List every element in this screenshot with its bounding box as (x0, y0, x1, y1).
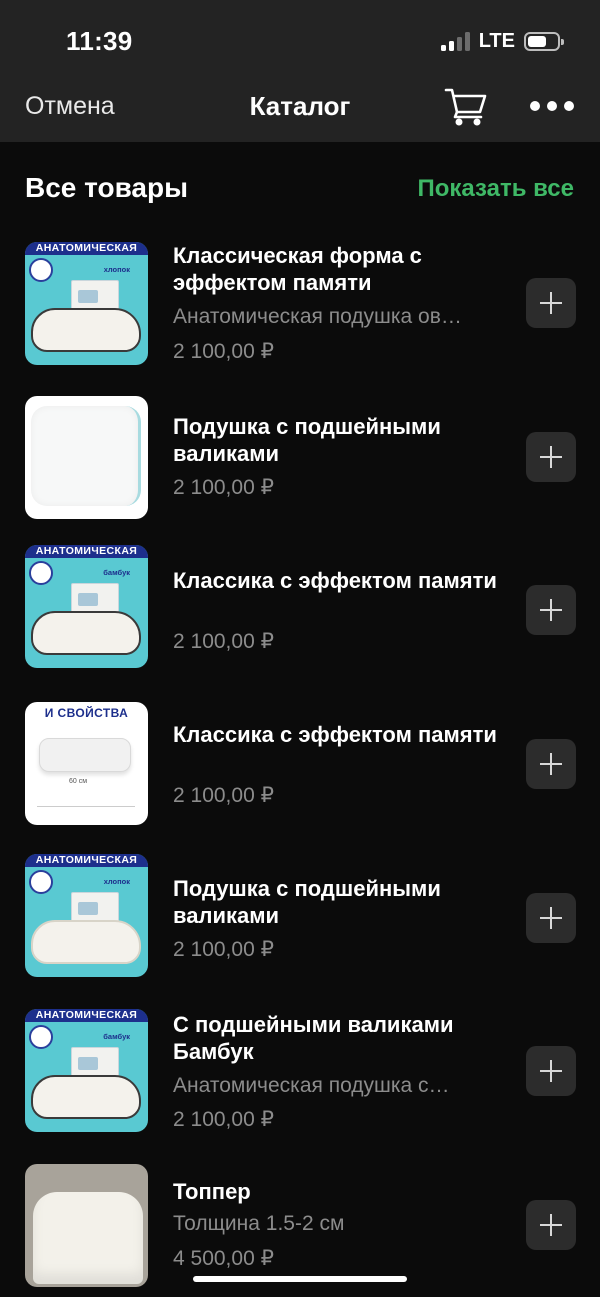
add-to-cart-button[interactable] (526, 432, 576, 482)
product-row[interactable]: И СВОЙСТВА 60 см Классика с эффектом пам… (0, 694, 600, 834)
battery-icon (524, 31, 564, 51)
product-image: АНАТОМИЧЕСКАЯ хлопок (25, 242, 148, 365)
show-all-link[interactable]: Показать все (417, 175, 574, 203)
status-indicators: LTE (440, 28, 564, 54)
add-to-cart-button[interactable] (526, 893, 576, 943)
status-time: 11:39 (66, 26, 133, 56)
product-title: Подушка с подшейными валиками (173, 414, 441, 466)
product-image: АНАТОМИЧЕСКАЯ бамбук (25, 545, 148, 668)
product-row[interactable]: АНАТОМИЧЕСКАЯ хлопок Подушка с подшейным… (0, 848, 600, 988)
product-price: 2 100,00 ₽ (173, 476, 274, 499)
product-title: Классика с эффектом памяти (173, 568, 497, 593)
product-row[interactable]: АНАТОМИЧЕСКАЯ бамбук С подшейными валика… (0, 1002, 600, 1142)
cart-icon[interactable] (444, 86, 488, 126)
product-subtitle: Толщина 1.5-2 см (173, 1212, 345, 1235)
product-title: Классика с эффектом памяти (173, 722, 497, 747)
product-image: АНАТОМИЧЕСКАЯ бамбук (25, 1009, 148, 1132)
add-to-cart-button[interactable] (526, 1046, 576, 1096)
product-price: 4 500,00 ₽ (173, 1247, 274, 1270)
add-to-cart-button[interactable] (526, 585, 576, 635)
section-title: Все товары (25, 172, 189, 203)
signal-icon (440, 31, 470, 51)
product-row[interactable]: АНАТОМИЧЕСКАЯ бамбук Классика с эффектом… (0, 540, 600, 680)
product-row[interactable]: АНАТОМИЧЕСКАЯ хлопок Классическая форма … (0, 232, 600, 372)
add-to-cart-button[interactable] (526, 278, 576, 328)
page-title: Каталог (249, 91, 351, 121)
product-image: АНАТОМИЧЕСКАЯ хлопок (25, 854, 148, 977)
battery-level (528, 35, 546, 47)
catalog-screen: 11:39 LTE Отмена Каталог Все товары Пока… (0, 0, 600, 1297)
product-price: 2 100,00 ₽ (173, 1108, 274, 1131)
product-title: Топпер (173, 1179, 251, 1204)
home-indicator[interactable] (193, 1276, 407, 1282)
product-price: 2 100,00 ₽ (173, 340, 274, 363)
product-subtitle: Анатомическая подушка с… (173, 1074, 450, 1097)
add-to-cart-button[interactable] (526, 739, 576, 789)
product-subtitle: Анатомическая подушка ов… (173, 305, 462, 328)
product-title: Классическая форма с эффектом памяти (173, 243, 422, 295)
more-icon[interactable] (530, 96, 574, 116)
product-row[interactable]: Подушка с подшейными валиками 2 100,00 ₽ (0, 386, 600, 526)
product-price: 2 100,00 ₽ (173, 938, 274, 961)
product-title: С подшейными валиками Бамбук (173, 1012, 454, 1064)
product-image (25, 396, 148, 519)
product-image: И СВОЙСТВА 60 см (25, 702, 148, 825)
product-title: Подушка с подшейными валиками (173, 876, 441, 928)
network-type: LTE (478, 29, 515, 52)
add-to-cart-button[interactable] (526, 1200, 576, 1250)
top-bar: 11:39 LTE Отмена Каталог (0, 0, 600, 142)
product-price: 2 100,00 ₽ (173, 630, 274, 653)
product-image (25, 1164, 148, 1287)
product-price: 2 100,00 ₽ (173, 784, 274, 807)
